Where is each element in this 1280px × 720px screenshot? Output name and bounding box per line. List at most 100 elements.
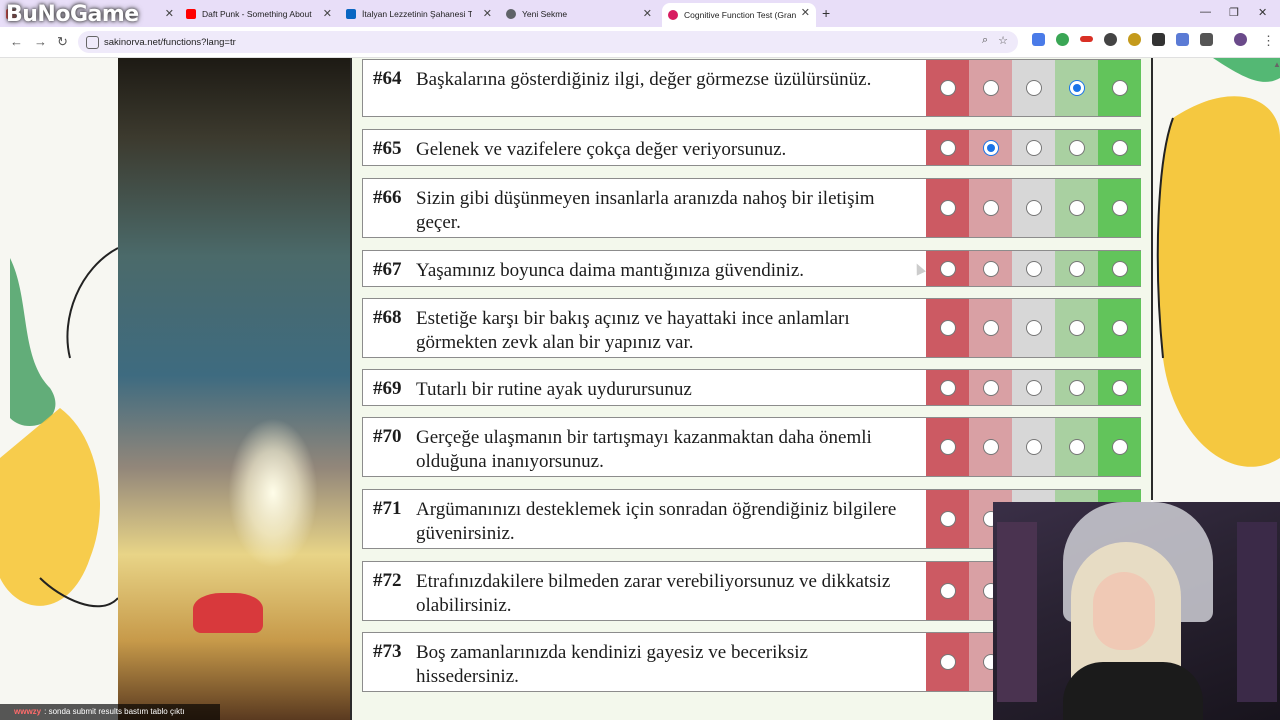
radio-button[interactable] (1068, 379, 1085, 396)
option-neutral[interactable] (1012, 251, 1055, 286)
screenshot-icon[interactable] (1152, 33, 1165, 46)
option-disagree[interactable] (969, 130, 1012, 165)
radio-button[interactable] (1111, 139, 1128, 156)
option-strongly-agree[interactable] (1098, 370, 1141, 405)
option-strongly-disagree[interactable] (926, 60, 969, 116)
minimize-icon[interactable]: — (1200, 6, 1211, 18)
radio-button[interactable] (939, 320, 956, 336)
radio-button[interactable] (1111, 80, 1128, 96)
translate-icon[interactable] (1032, 33, 1045, 46)
option-neutral[interactable] (1012, 370, 1055, 405)
window-close-icon[interactable]: ✕ (1258, 6, 1267, 19)
option-disagree[interactable] (969, 251, 1012, 286)
radio-button[interactable] (1111, 379, 1128, 396)
option-disagree[interactable] (969, 179, 1012, 237)
extension-gold-icon[interactable] (1128, 33, 1141, 46)
radio-button[interactable] (939, 439, 956, 455)
site-info-icon[interactable] (86, 36, 99, 49)
extension-red-icon[interactable] (1080, 36, 1093, 42)
close-icon[interactable]: ✕ (323, 7, 332, 20)
radio-button[interactable] (939, 583, 956, 599)
radio-button[interactable] (1068, 260, 1085, 277)
close-icon[interactable]: ✕ (483, 7, 492, 20)
option-strongly-disagree[interactable] (926, 418, 969, 476)
radio-button[interactable] (1025, 80, 1042, 96)
radio-button[interactable] (1068, 200, 1085, 216)
option-strongly-disagree[interactable] (926, 490, 969, 548)
restore-icon[interactable]: ❐ (1229, 6, 1239, 19)
option-agree[interactable] (1055, 299, 1098, 357)
radio-button[interactable] (1068, 139, 1085, 156)
radio-button[interactable] (982, 200, 999, 216)
radio-button[interactable] (982, 320, 999, 336)
option-agree[interactable] (1055, 179, 1098, 237)
option-strongly-agree[interactable] (1098, 299, 1141, 357)
option-neutral[interactable] (1012, 418, 1055, 476)
option-strongly-disagree[interactable] (926, 562, 969, 620)
radio-button[interactable] (939, 200, 956, 216)
option-neutral[interactable] (1012, 299, 1055, 357)
extensions-puzzle-icon[interactable] (1200, 33, 1213, 46)
option-disagree[interactable] (969, 60, 1012, 116)
new-tab-button[interactable]: + (822, 5, 830, 21)
radio-button[interactable] (1068, 80, 1085, 96)
adblock-icon[interactable] (1056, 33, 1069, 46)
radio-button[interactable] (939, 511, 956, 527)
radio-button[interactable] (1025, 139, 1042, 156)
cast-icon[interactable] (1176, 33, 1189, 46)
radio-button[interactable] (1068, 320, 1085, 336)
close-icon[interactable]: ✕ (801, 6, 810, 19)
option-neutral[interactable] (1012, 130, 1055, 165)
radio-button[interactable] (1025, 379, 1042, 396)
radio-button[interactable] (939, 260, 956, 277)
extension-dark-icon[interactable] (1104, 33, 1117, 46)
profile-avatar[interactable] (1234, 33, 1247, 46)
tab-2[interactable]: Daft Punk - Something About U ✕ (186, 4, 338, 24)
radio-button[interactable] (1111, 439, 1128, 455)
radio-button[interactable] (1025, 260, 1042, 277)
option-disagree[interactable] (969, 418, 1012, 476)
radio-button[interactable] (1111, 260, 1128, 277)
option-agree[interactable] (1055, 418, 1098, 476)
tab-4[interactable]: Yeni Sekme ✕ (506, 4, 658, 24)
option-strongly-disagree[interactable] (926, 299, 969, 357)
scrollbar-up-icon[interactable]: ▲ (1273, 60, 1280, 72)
option-agree[interactable] (1055, 130, 1098, 165)
option-disagree[interactable] (969, 299, 1012, 357)
option-strongly-disagree[interactable] (926, 251, 969, 286)
radio-button[interactable] (939, 654, 956, 670)
radio-button[interactable] (982, 379, 999, 396)
option-strongly-agree[interactable] (1098, 251, 1141, 286)
option-strongly-disagree[interactable] (926, 370, 969, 405)
radio-button[interactable] (939, 80, 956, 96)
radio-button[interactable] (1111, 320, 1128, 336)
radio-button[interactable] (1068, 439, 1085, 455)
option-agree[interactable] (1055, 251, 1098, 286)
option-strongly-agree[interactable] (1098, 179, 1141, 237)
radio-button[interactable] (982, 439, 999, 455)
tab-3[interactable]: İtalyan Lezzetinin Şahanesi Tira ✕ (346, 4, 498, 24)
radio-button[interactable] (939, 139, 956, 156)
option-strongly-disagree[interactable] (926, 633, 969, 691)
close-icon[interactable]: ✕ (643, 7, 652, 20)
tab-5-active[interactable]: Cognitive Function Test (Grant/ ✕ (662, 3, 816, 27)
zoom-icon[interactable]: ⌕ (982, 34, 988, 47)
option-strongly-agree[interactable] (1098, 60, 1141, 116)
option-strongly-agree[interactable] (1098, 130, 1141, 165)
reload-icon[interactable]: ↻ (57, 34, 68, 50)
radio-button[interactable] (982, 80, 999, 96)
close-icon[interactable]: ✕ (165, 7, 174, 20)
option-disagree[interactable] (969, 370, 1012, 405)
option-neutral[interactable] (1012, 179, 1055, 237)
option-strongly-disagree[interactable] (926, 130, 969, 165)
address-bar[interactable]: sakinorva.net/functions?lang=tr ⌕ ☆ (78, 31, 1018, 53)
option-agree[interactable] (1055, 370, 1098, 405)
radio-button[interactable] (1025, 200, 1042, 216)
radio-button[interactable] (982, 139, 999, 156)
option-agree[interactable] (1055, 60, 1098, 116)
option-strongly-disagree[interactable] (926, 179, 969, 237)
radio-button[interactable] (1111, 200, 1128, 216)
option-strongly-agree[interactable] (1098, 418, 1141, 476)
radio-button[interactable] (939, 379, 956, 396)
radio-button[interactable] (1025, 320, 1042, 336)
